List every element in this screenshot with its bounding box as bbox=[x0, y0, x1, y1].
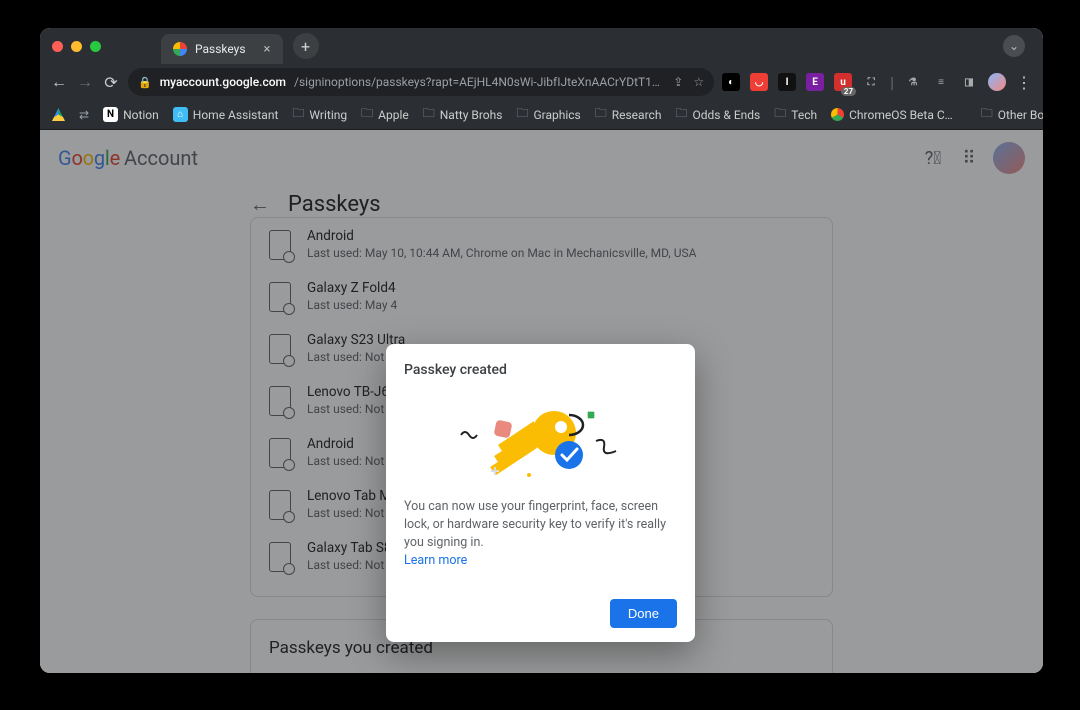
browser-toolbar: ← → ⟳ 🔒 myaccount.google.com /signinopti… bbox=[40, 64, 1043, 100]
bookmark-folder-writing[interactable]: 🗀Writing bbox=[292, 104, 347, 125]
window-traffic-lights bbox=[52, 41, 101, 52]
bookmark-star-icon[interactable]: ☆ bbox=[693, 75, 704, 89]
bookmark-chromeos[interactable]: ChromeOS Beta C… bbox=[831, 108, 953, 122]
bookmark-swap[interactable]: ⇄ bbox=[79, 108, 89, 122]
window-close-button[interactable] bbox=[52, 41, 63, 52]
done-button[interactable]: Done bbox=[610, 599, 677, 628]
bookmark-folder-research[interactable]: 🗀Research bbox=[595, 104, 662, 125]
tab-overflow-button[interactable]: ⌄ bbox=[1003, 35, 1025, 57]
url-domain: myaccount.google.com bbox=[160, 75, 286, 89]
ext-icon-1[interactable]: ◐ bbox=[722, 73, 740, 91]
bookmark-drive[interactable] bbox=[52, 108, 65, 121]
bookmark-notion[interactable]: NNotion bbox=[103, 107, 159, 122]
bookmark-home-assistant[interactable]: ⌂Home Assistant bbox=[173, 107, 279, 122]
tab-close-icon[interactable]: × bbox=[264, 42, 271, 57]
bookmark-other[interactable]: 🗀Other Bookmarks bbox=[981, 104, 1043, 125]
dialog-title: Passkey created bbox=[404, 362, 677, 378]
browser-menu-button[interactable]: ⋮ bbox=[1016, 73, 1033, 92]
ext-icon-4[interactable]: E bbox=[806, 73, 824, 91]
dialog-body: You can now use your fingerprint, face, … bbox=[404, 498, 677, 571]
new-tab-button[interactable]: + bbox=[293, 33, 319, 59]
address-bar[interactable]: 🔒 myaccount.google.com /signinoptions/pa… bbox=[128, 68, 714, 96]
extension-icons: ◐ ◡ I E u 27 ⛶ | ⚗ ≡ ◨ ⋮ bbox=[722, 73, 1033, 92]
ext-badge: 27 bbox=[841, 87, 856, 96]
dialog-body-text: You can now use your fingerprint, face, … bbox=[404, 499, 666, 550]
share-icon[interactable]: ⇪ bbox=[673, 75, 683, 89]
bookmark-folder-apple[interactable]: 🗀Apple bbox=[361, 104, 409, 125]
tab-title: Passkeys bbox=[195, 42, 246, 56]
ext-pocket-icon[interactable]: ◡ bbox=[750, 73, 768, 91]
ext-labs-icon[interactable]: ⚗ bbox=[904, 73, 922, 91]
lock-icon: 🔒 bbox=[138, 76, 152, 89]
browser-tab[interactable]: Passkeys × bbox=[161, 34, 283, 64]
page-content: Google Account ?⃝ ⠿ ← Passkeys Android L… bbox=[40, 130, 1043, 673]
browser-window: Passkeys × + ⌄ ← → ⟳ 🔒 myaccount.google.… bbox=[40, 28, 1043, 673]
window-minimize-button[interactable] bbox=[71, 41, 82, 52]
bookmark-folder-tech[interactable]: 🗀Tech bbox=[774, 104, 817, 125]
ext-sidepanel-icon[interactable]: ◨ bbox=[960, 73, 978, 91]
bookmarks-bar: ⇄ NNotion ⌂Home Assistant 🗀Writing 🗀Appl… bbox=[40, 100, 1043, 130]
learn-more-link[interactable]: Learn more bbox=[404, 553, 467, 568]
extensions-puzzle-icon[interactable]: ⛶ bbox=[862, 73, 880, 91]
dialog-illustration bbox=[404, 388, 677, 488]
profile-avatar-icon[interactable] bbox=[988, 73, 1006, 91]
window-zoom-button[interactable] bbox=[90, 41, 101, 52]
nav-back-button[interactable]: ← bbox=[50, 72, 68, 92]
ext-icon-3[interactable]: I bbox=[778, 73, 796, 91]
window-titlebar: Passkeys × + ⌄ bbox=[40, 28, 1043, 64]
bookmark-folder-odds[interactable]: 🗀Odds & Ends bbox=[675, 104, 760, 125]
passkey-created-dialog: Passkey created bbox=[386, 344, 695, 642]
bookmark-folder-graphics[interactable]: 🗀Graphics bbox=[516, 104, 580, 125]
nav-reload-button[interactable]: ⟳ bbox=[102, 73, 120, 92]
ext-ublock-icon[interactable]: u 27 bbox=[834, 73, 852, 91]
nav-forward-button[interactable]: → bbox=[76, 72, 94, 92]
url-path: /signinoptions/passkeys?rapt=AEjHL4N0sWi… bbox=[294, 75, 665, 89]
ext-list-icon[interactable]: ≡ bbox=[932, 73, 950, 91]
bookmark-folder-natty[interactable]: 🗀Natty Brohs bbox=[423, 104, 503, 125]
tab-favicon bbox=[173, 42, 187, 56]
